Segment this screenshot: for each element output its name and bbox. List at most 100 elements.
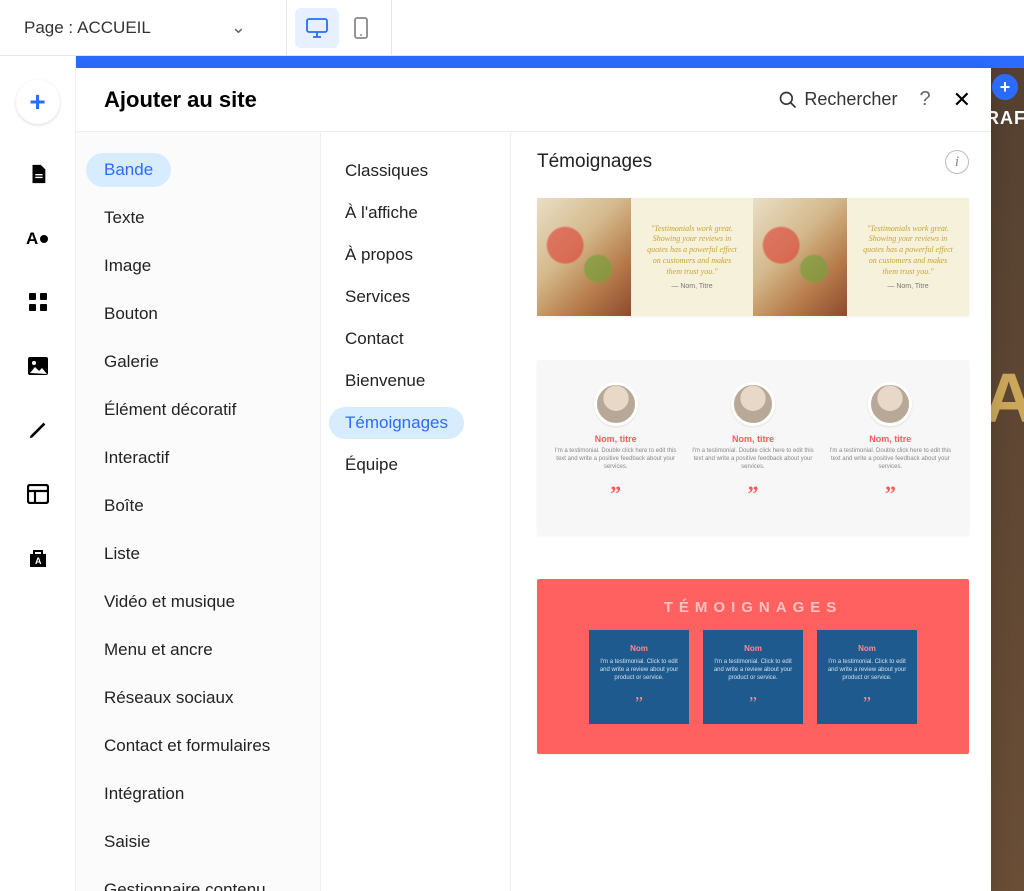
desktop-view-button[interactable]: [295, 8, 339, 48]
category-item[interactable]: Image: [86, 249, 169, 283]
svg-text:A: A: [35, 556, 42, 566]
category-item[interactable]: Texte: [86, 201, 163, 235]
subcategory-item[interactable]: À propos: [329, 239, 429, 271]
template-quote-cell: "Testimonials work great. Showing your r…: [847, 198, 969, 316]
panel-body: Bande Texte Image Bouton Galerie Élément déco…: [76, 132, 991, 891]
quote-mark-icon: ”: [825, 481, 955, 507]
person-name: Nom, titre: [551, 434, 681, 444]
avatar-icon: [594, 382, 638, 426]
category-item[interactable]: Interactif: [86, 441, 187, 475]
subcategory-item[interactable]: Classiques: [329, 155, 444, 187]
template-avatars[interactable]: Nom, titre I'm a testimonial. Double cli…: [537, 360, 969, 535]
person-name: Nom, titre: [688, 434, 818, 444]
theme-icon[interactable]: A: [24, 224, 52, 252]
card-name: Nom: [825, 644, 909, 653]
card-name: Nom: [597, 644, 681, 653]
panel-ribbon: [76, 56, 1024, 68]
category-item[interactable]: Liste: [86, 537, 158, 571]
category-item[interactable]: Contact et formulaires: [86, 729, 288, 763]
category-item[interactable]: Saisie: [86, 825, 168, 859]
subcategory-item[interactable]: Bienvenue: [329, 365, 441, 397]
category-item[interactable]: Bande: [86, 153, 171, 187]
person-card: Nom, titre I'm a testimonial. Double cli…: [688, 382, 818, 507]
subcategory-item[interactable]: Contact: [329, 323, 420, 355]
subcategory-item[interactable]: Services: [329, 281, 426, 313]
svg-text:A: A: [26, 229, 38, 248]
panel-actions: Rechercher ? ✕: [778, 87, 971, 113]
person-card: Nom, titre I'm a testimonial. Double cli…: [825, 382, 955, 507]
quote-text: "Testimonials work great. Showing your r…: [645, 224, 739, 278]
person-card: Nom, titre I'm a testimonial. Double cli…: [551, 382, 681, 507]
category-item[interactable]: Gestionnaire contenu: [86, 873, 284, 891]
page-name[interactable]: ACCUEIL: [77, 18, 151, 38]
category-list: Bande Texte Image Bouton Galerie Élément déco…: [76, 132, 321, 891]
media-icon[interactable]: [24, 352, 52, 380]
close-icon[interactable]: ✕: [953, 87, 971, 113]
template-image-cell: [537, 198, 631, 316]
category-item[interactable]: Galerie: [86, 345, 177, 379]
page-label: Page :: [24, 18, 73, 38]
category-item[interactable]: Élément décoratif: [86, 393, 254, 427]
quote-mark-icon: ”: [711, 693, 795, 714]
person-name: Nom, titre: [825, 434, 955, 444]
canvas-add-button[interactable]: +: [992, 74, 1018, 100]
store-icon[interactable]: A: [24, 544, 52, 572]
subcategory-item[interactable]: Équipe: [329, 449, 414, 481]
panel-header: Ajouter au site Rechercher ? ✕: [76, 68, 991, 132]
person-text: I'm a testimonial. Double click here to …: [688, 448, 818, 471]
template-quote-cell: "Testimonials work great. Showing your r…: [631, 198, 753, 316]
quote-mark-icon: ”: [825, 693, 909, 714]
template-heading: TÉMOIGNAGES: [555, 599, 951, 616]
category-item[interactable]: Menu et ancre: [86, 633, 231, 667]
testimonial-card: Nom I'm a testimonial. Click to edit and…: [589, 630, 689, 723]
help-icon[interactable]: ?: [919, 88, 930, 111]
preview-title: Témoignages: [537, 151, 652, 173]
card-text: I'm a testimonial. Click to edit and wri…: [711, 659, 795, 682]
quote-signature: — Nom, Titre: [887, 283, 928, 290]
category-item[interactable]: Vidéo et musique: [86, 585, 253, 619]
quote-mark-icon: ”: [551, 481, 681, 507]
add-panel: Ajouter au site Rechercher ? ✕ Bande Text…: [76, 68, 991, 891]
subcategory-item[interactable]: À l'affiche: [329, 197, 434, 229]
testimonial-card: Nom I'm a testimonial. Click to edit and…: [703, 630, 803, 723]
template-food-strip[interactable]: "Testimonials work great. Showing your r…: [537, 198, 969, 316]
person-text: I'm a testimonial. Double click here to …: [825, 448, 955, 471]
avatar-icon: [731, 382, 775, 426]
device-switcher: [286, 0, 392, 56]
card-row: Nom I'm a testimonial. Click to edit and…: [555, 630, 951, 723]
info-icon[interactable]: i: [945, 150, 969, 174]
category-item[interactable]: Boîte: [86, 489, 162, 523]
avatar-icon: [868, 382, 912, 426]
pages-icon[interactable]: [24, 160, 52, 188]
apps-icon[interactable]: [24, 288, 52, 316]
add-button[interactable]: +: [16, 80, 60, 124]
template-image-cell: [753, 198, 847, 316]
person-text: I'm a testimonial. Double click here to …: [551, 448, 681, 471]
template-red-cards[interactable]: TÉMOIGNAGES Nom I'm a testimonial. Click…: [537, 579, 969, 753]
card-text: I'm a testimonial. Click to edit and wri…: [597, 659, 681, 682]
left-rail: + A A: [0, 56, 76, 891]
top-bar: Page : ACCUEIL ⌄: [0, 0, 1024, 56]
category-item[interactable]: Intégration: [86, 777, 202, 811]
subcategory-item[interactable]: Témoignages: [329, 407, 464, 439]
search-icon: [778, 90, 798, 110]
canvas-text: RAF: [986, 108, 1024, 129]
blog-icon[interactable]: [24, 416, 52, 444]
card-text: I'm a testimonial. Click to edit and wri…: [825, 659, 909, 682]
subcategory-list: Classiques À l'affiche À propos Services Con…: [321, 132, 511, 891]
chevron-down-icon[interactable]: ⌄: [231, 17, 246, 38]
search-label: Rechercher: [804, 89, 897, 110]
search-button[interactable]: Rechercher: [778, 89, 897, 110]
testimonial-card: Nom I'm a testimonial. Click to edit and…: [817, 630, 917, 723]
quote-signature: — Nom, Titre: [671, 283, 712, 290]
quote-mark-icon: ”: [688, 481, 818, 507]
card-name: Nom: [711, 644, 795, 653]
panel-title: Ajouter au site: [104, 87, 257, 113]
category-item[interactable]: Réseaux sociaux: [86, 681, 251, 715]
layout-icon[interactable]: [24, 480, 52, 508]
quote-text: "Testimonials work great. Showing your r…: [861, 224, 955, 278]
category-item[interactable]: Bouton: [86, 297, 176, 331]
quote-mark-icon: ”: [597, 693, 681, 714]
mobile-view-button[interactable]: [339, 8, 383, 48]
preview-pane: Témoignages i "Testimonials work great. …: [511, 132, 991, 891]
